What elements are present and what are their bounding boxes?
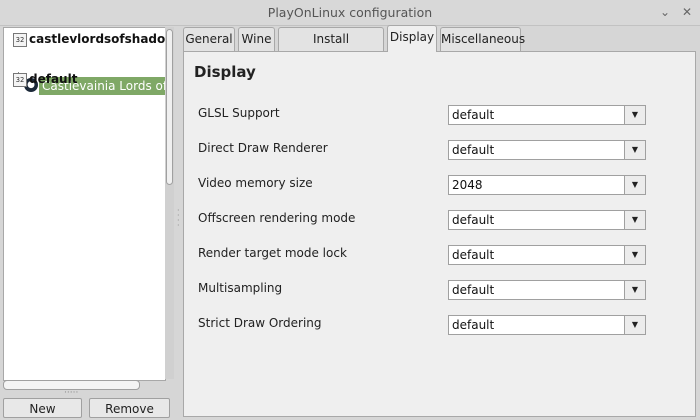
remove-button[interactable]: Remove [89,398,170,418]
tab-display[interactable]: Display [387,25,437,52]
select-value: default [452,283,495,297]
strict-draw-ordering-select[interactable]: default ▼ [448,315,646,335]
32bit-badge-icon: 32 [13,73,27,87]
render-target-mode-lock-select[interactable]: default ▼ [448,245,646,265]
multisampling-label: Multisampling [198,281,283,295]
direct-draw-renderer-label: Direct Draw Renderer [198,141,328,155]
scrollbar-thumb[interactable] [166,29,173,185]
select-value: default [452,318,495,332]
render-target-mode-lock-label: Render target mode lock [198,246,347,260]
video-memory-size-label: Video memory size [198,176,313,190]
tree-item-label: default [29,72,78,86]
tree-item-label: castlevlordsofshadow [29,32,166,46]
tree-vertical-scrollbar[interactable] [165,27,174,379]
window-title: PlayOnLinux configuration [267,5,433,20]
tab-miscellaneous[interactable]: Miscellaneous [440,27,525,51]
chevron-down-icon[interactable]: ▼ [624,211,645,229]
prefix-tree[interactable]: 32 castlevlordsofshadow ● Castlevainia L… [3,27,166,381]
select-value: default [452,248,495,262]
window-titlebar: PlayOnLinux configuration ⌄ ✕ [0,0,700,26]
select-value: default [452,213,495,227]
glsl-support-select[interactable]: default ▼ [448,105,646,125]
display-settings-panel: Display GLSL Support default ▼ Direct Dr… [183,51,696,417]
tab-wine[interactable]: Wine [238,27,275,51]
multisampling-select[interactable]: default ▼ [448,280,646,300]
splitter-handle-icon[interactable]: · · · · [177,207,180,230]
select-value: default [452,108,495,122]
close-icon[interactable]: ✕ [679,4,695,20]
resize-grip-icon[interactable]: ····· [64,389,78,398]
direct-draw-renderer-select[interactable]: default ▼ [448,140,646,160]
panel-title: Display [194,63,256,81]
glsl-support-label: GLSL Support [198,106,280,120]
offscreen-rendering-mode-label: Offscreen rendering mode [198,211,356,225]
minimize-icon[interactable]: ⌄ [657,4,673,20]
chevron-down-icon[interactable]: ▼ [624,106,645,124]
strict-draw-ordering-label: Strict Draw Ordering [198,316,322,330]
offscreen-rendering-mode-select[interactable]: default ▼ [448,210,646,230]
chevron-down-icon[interactable]: ▼ [624,316,645,334]
tab-install-components[interactable]: Install components [278,27,384,68]
chevron-down-icon[interactable]: ▼ [624,281,645,299]
tree-item-default[interactable]: 32 default [4,71,165,89]
new-button[interactable]: New [3,398,82,418]
chevron-down-icon[interactable]: ▼ [624,176,645,194]
chevron-down-icon[interactable]: ▼ [624,246,645,264]
video-memory-size-select[interactable]: 2048 ▼ [448,175,646,195]
32bit-badge-icon: 32 [13,33,27,47]
tree-item-castlevlordsofshadow[interactable]: 32 castlevlordsofshadow [4,31,165,49]
select-value: default [452,143,495,157]
select-value: 2048 [452,178,483,192]
chevron-down-icon[interactable]: ▼ [624,141,645,159]
tab-general[interactable]: General [183,27,235,51]
